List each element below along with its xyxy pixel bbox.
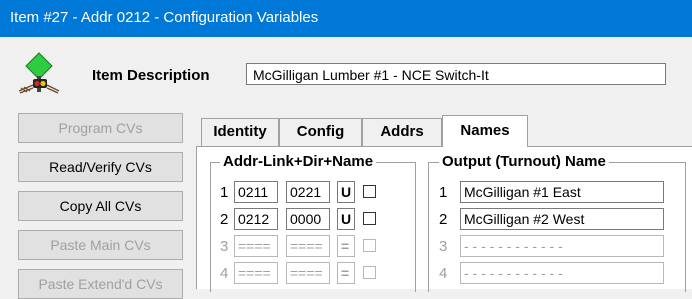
output-name-field[interactable]: - - - - - - - - - - - - [460,262,664,284]
tab-addrs[interactable]: Addrs [362,118,442,146]
link-address-field[interactable]: ==== [286,262,330,284]
address-field[interactable]: ==== [234,235,278,257]
paste-extended-cvs-button[interactable]: Paste Extend'd CVs [18,269,183,299]
address-field[interactable]: ==== [234,262,278,284]
name-checkbox[interactable] [363,266,376,279]
output-row-number: 1 [439,184,448,201]
output-name-group: Output (Turnout) Name 1 McGilligan #1 Eas… [428,153,686,292]
name-checkbox[interactable] [363,239,376,252]
output-name-field[interactable]: - - - - - - - - - - - - [460,235,664,257]
window-title: Item #27 - Addr 0212 - Configuration Var… [10,9,319,26]
paste-main-cvs-button[interactable]: Paste Main CVs [18,230,183,260]
direction-field[interactable]: U [337,181,355,203]
direction-field[interactable]: = [337,235,355,257]
output-name-field[interactable]: McGilligan #1 East [460,181,664,203]
item-description-input[interactable]: McGilligan Lumber #1 - NCE Switch-It [246,63,666,85]
tab-names[interactable]: Names [442,115,528,147]
name-checkbox[interactable] [363,212,376,225]
addr-row-number: 1 [220,184,229,201]
direction-field[interactable]: U [337,208,355,230]
link-address-field[interactable]: 0000 [286,208,330,230]
program-cvs-button[interactable]: Program CVs [18,113,183,143]
title-bar: Item #27 - Addr 0212 - Configuration Var… [0,0,692,37]
output-row-number: 2 [439,211,448,228]
output-row-number: 4 [439,265,448,282]
address-field[interactable]: 0212 [234,208,278,230]
name-checkbox[interactable] [363,185,376,198]
output-name-group-title: Output (Turnout) Name [439,153,609,170]
direction-field[interactable]: = [337,262,355,284]
item-description-label: Item Description [92,67,210,84]
output-name-field[interactable]: McGilligan #2 West [460,208,664,230]
tab-config[interactable]: Config [279,118,362,146]
link-address-field[interactable]: 0221 [286,181,330,203]
link-address-field[interactable]: ==== [286,235,330,257]
tab-identity[interactable]: Identity [201,118,279,146]
address-field[interactable]: 0211 [234,181,278,203]
copy-all-cvs-button[interactable]: Copy All CVs [18,191,183,221]
output-row-number: 3 [439,238,448,255]
addr-row-number: 2 [220,211,229,228]
addr-row-number: 4 [220,265,229,282]
read-verify-cvs-button[interactable]: Read/Verify CVs [18,152,183,182]
names-tab-panel: Addr-Link+Dir+Name 1 0211 0221 U 2 0212 0000 U 3… [196,146,692,292]
addr-link-group: Addr-Link+Dir+Name 1 0211 0221 U 2 0212 0000 U 3… [210,153,416,292]
addr-row-number: 3 [220,238,229,255]
addr-link-group-title: Addr-Link+Dir+Name [220,153,377,170]
signal-turnout-icon [18,52,60,94]
